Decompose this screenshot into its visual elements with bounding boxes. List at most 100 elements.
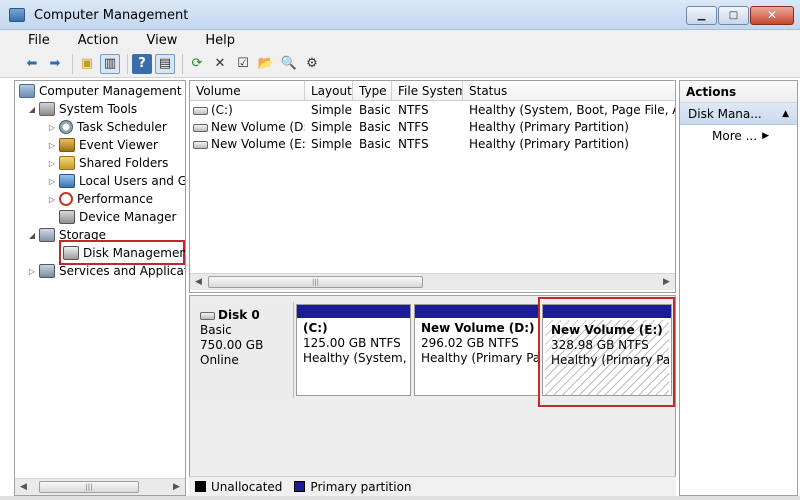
tree-horizontal-scrollbar[interactable]: ◀ ||| ▶ — [15, 478, 185, 495]
menu-file[interactable]: File — [0, 33, 60, 48]
actions-pane: Actions Disk Mana... ▲ More ... ▶ — [679, 80, 798, 496]
fs-cell: NTFS — [398, 103, 429, 117]
partition-status: Healthy (System, Bo — [303, 351, 410, 365]
partition-name: New Volume (D:) — [421, 321, 535, 335]
actions-header: Actions — [680, 81, 797, 103]
menu-action[interactable]: Action — [60, 33, 129, 48]
volume-cell: (C:) — [193, 102, 305, 119]
actions-more-label: More ... — [712, 129, 758, 143]
console-view-icon[interactable]: ▤ — [155, 53, 175, 74]
layout-cell: Simple — [311, 103, 352, 117]
layout-cell: Simple — [311, 120, 352, 134]
tree-node-services[interactable]: ▷ Services and Applicatio — [27, 262, 186, 280]
disk-0-info[interactable]: Disk 0 Basic 750.00 GB Online — [194, 302, 294, 398]
collapse-arrow-icon[interactable]: ▷ — [47, 141, 57, 150]
tree-label: Services and Applicatio — [59, 264, 186, 278]
help-icon[interactable]: ? — [132, 53, 152, 74]
scroll-thumb[interactable]: ||| — [39, 481, 139, 493]
column-header-volume[interactable]: Volume — [190, 81, 305, 101]
collapse-up-icon[interactable]: ▲ — [782, 103, 789, 125]
scroll-left-icon[interactable]: ◀ — [15, 479, 32, 495]
close-button[interactable]: ✕ — [750, 6, 794, 25]
up-folder-icon[interactable]: ▣ — [77, 54, 97, 74]
toolbar-separator — [72, 53, 73, 74]
volume-cell: New Volume (D:) — [193, 119, 305, 136]
partition-status: Healthy (Primary Part — [421, 351, 538, 365]
tree-node-performance[interactable]: ▷ Performance — [47, 190, 153, 208]
actions-section-disk-management[interactable]: Disk Mana... ▲ — [680, 103, 797, 125]
scroll-left-icon[interactable]: ◀ — [190, 274, 207, 290]
open-icon[interactable]: 📂 — [256, 54, 276, 74]
expand-arrow-icon[interactable]: ◢ — [27, 105, 37, 114]
tree-node-system-tools[interactable]: ◢ System Tools — [27, 100, 137, 118]
partition-d[interactable]: New Volume (D:) 296.02 GB NTFS Healthy (… — [414, 304, 539, 396]
column-header-layout[interactable]: Layout — [305, 81, 353, 101]
collapse-arrow-icon[interactable]: ▷ — [47, 177, 57, 186]
menu-help[interactable]: Help — [187, 33, 245, 48]
minimize-button[interactable]: ▁ — [686, 6, 717, 25]
partition-c[interactable]: (C:) 125.00 GB NTFS Healthy (System, Bo — [296, 304, 411, 396]
tree-node-computer-management[interactable]: Computer Management (L — [17, 82, 186, 100]
partition-bar — [297, 305, 410, 318]
partition-size: 296.02 GB NTFS — [421, 336, 519, 350]
performance-icon — [59, 192, 73, 206]
scroll-thumb[interactable]: ||| — [208, 276, 423, 288]
type-cell: Basic — [359, 103, 391, 117]
actions-more[interactable]: More ... ▶ — [680, 125, 797, 147]
scroll-right-icon[interactable]: ▶ — [658, 274, 675, 290]
type-cell: Basic — [359, 137, 391, 151]
collapse-arrow-icon[interactable]: ▷ — [27, 267, 37, 276]
show-hide-tree-icon[interactable]: ▥ — [100, 53, 120, 74]
clock-icon — [59, 120, 73, 134]
maximize-button[interactable]: □ — [718, 6, 749, 25]
forward-arrow-icon[interactable]: ➡ — [45, 54, 65, 74]
disk-type: Basic — [200, 323, 232, 337]
partition-e-highlight — [538, 297, 675, 407]
collapse-arrow-icon[interactable]: ▷ — [47, 195, 57, 204]
scroll-right-icon[interactable]: ▶ — [168, 479, 185, 495]
device-manager-icon — [59, 210, 75, 224]
search-icon[interactable]: 🔍 — [279, 54, 299, 74]
title-bar: Computer Management ▁ □ ✕ — [0, 0, 800, 30]
column-header-status[interactable]: Status — [463, 81, 675, 101]
tree-node-event-viewer[interactable]: ▷ Event Viewer — [47, 136, 158, 154]
column-header-type[interactable]: Type — [353, 81, 392, 101]
column-header-file-system[interactable]: File System — [392, 81, 463, 101]
expand-arrow-icon[interactable]: ◢ — [27, 231, 37, 240]
tree-node-disk-management[interactable]: Disk Management — [61, 244, 186, 262]
tree-label: Disk Management — [83, 246, 186, 260]
tree-node-device-manager[interactable]: Device Manager — [57, 208, 176, 226]
storage-icon — [39, 228, 55, 242]
properties-icon[interactable]: ☑ — [233, 54, 253, 74]
window-controls: ▁ □ ✕ — [685, 6, 794, 25]
refresh-icon[interactable]: ⟳ — [187, 54, 207, 74]
tree-label: Shared Folders — [79, 156, 169, 170]
volume-horizontal-scrollbar[interactable]: ◀ ||| ▶ — [190, 273, 675, 290]
partition-name: (C:) — [303, 321, 328, 335]
tree-label: Performance — [77, 192, 154, 206]
delete-icon[interactable]: ✕ — [210, 54, 230, 74]
navigation-tree: Computer Management (L ◢ System Tools ▷ … — [14, 80, 186, 496]
menu-view[interactable]: View — [128, 33, 187, 48]
tree-node-shared-folders[interactable]: ▷ Shared Folders — [47, 154, 168, 172]
computer-icon — [19, 84, 35, 98]
status-cell: Healthy (Primary Partition) — [469, 137, 629, 151]
toolbar-separator — [127, 53, 128, 74]
computer-management-icon — [9, 8, 25, 22]
volume-list: Volume Layout Type File System Status (C… — [189, 80, 676, 293]
collapse-arrow-icon[interactable]: ▷ — [47, 159, 57, 168]
settings-icon[interactable]: ⚙ — [302, 54, 322, 74]
tree-label: Device Manager — [79, 210, 177, 224]
services-icon — [39, 264, 55, 278]
volume-icon — [193, 106, 208, 115]
unallocated-swatch — [195, 481, 206, 492]
actions-section-label: Disk Mana... — [688, 107, 762, 121]
users-icon — [59, 174, 75, 188]
back-arrow-icon[interactable]: ⬅ — [22, 54, 42, 74]
status-cell: Healthy (Primary Partition) — [469, 120, 629, 134]
partition-size: 125.00 GB NTFS — [303, 336, 401, 350]
tree-label: Computer Management (L — [39, 84, 186, 98]
tree-node-local-users[interactable]: ▷ Local Users and Gro — [47, 172, 185, 190]
tree-node-task-scheduler[interactable]: ▷ Task Scheduler — [47, 118, 167, 136]
collapse-arrow-icon[interactable]: ▷ — [47, 123, 57, 132]
